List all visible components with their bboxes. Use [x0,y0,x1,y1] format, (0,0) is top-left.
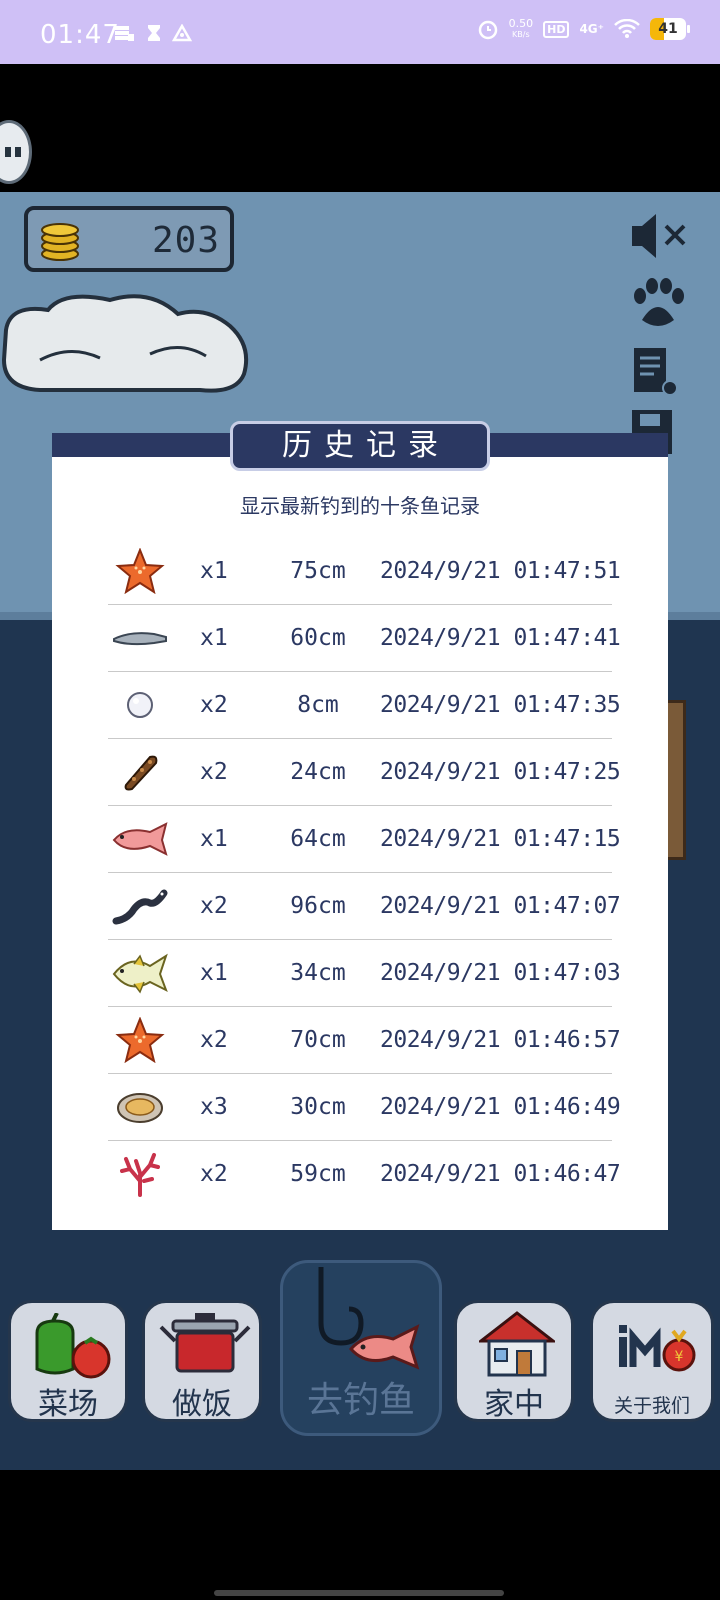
sea-cucumber-icon [124,755,158,791]
record-count: x2 [200,759,228,785]
vpn-icon [172,24,192,42]
record-row: x2 96cm 2024/9/21 01:47:07 [108,873,621,940]
record-time: 2024/9/21 01:46:57 [380,1027,621,1053]
record-row: x1 64cm 2024/9/21 01:47:15 [108,806,621,873]
record-size: 59cm [290,1161,346,1187]
record-time: 2024/9/21 01:47:51 [380,558,621,584]
nav-fishing-label: 去钓鱼 [306,1380,415,1421]
record-count: x1 [200,960,228,986]
mute-icon[interactable] [628,208,688,264]
record-size: 64cm [290,826,346,852]
history-record-icon[interactable] [628,344,688,400]
record-size: 60cm [290,625,346,651]
dialog-subtitle: 显示最新钓到的十条鱼记录 [240,494,480,518]
record-row: x1 60cm 2024/9/21 01:47:41 [108,605,621,672]
record-time: 2024/9/21 01:47:03 [380,960,621,986]
cloud-icon [1,294,249,393]
record-size: 24cm [290,759,346,785]
top-letterbox [0,64,720,192]
svg-text:¥: ¥ [675,1349,684,1365]
record-row: x2 8cm 2024/9/21 01:47:35 [108,672,621,739]
record-time: 2024/9/21 01:46:49 [380,1094,621,1120]
record-count: x2 [200,893,228,919]
nav-farm-label: 菜场 [38,1387,98,1422]
hd-badge: HD [543,20,570,38]
record-time: 2024/9/21 01:47:15 [380,826,621,852]
starfish-icon [115,548,165,594]
record-size: 96cm [290,893,346,919]
about-logo-icon: ¥ [619,1325,696,1372]
hourglass-icon [148,25,160,41]
record-list: x1 75cm 2024/9/21 01:47:51 x1 60cm 2024/… [108,538,621,1208]
record-row: x2 59cm 2024/9/21 01:46:47 [108,1141,621,1208]
nav-home-label: 家中 [484,1387,544,1422]
record-count: x2 [200,692,228,718]
record-time: 2024/9/21 01:46:47 [380,1161,621,1187]
starfish-icon [115,1017,165,1063]
record-time: 2024/9/21 01:47:35 [380,692,621,718]
coin-value: 203 [151,220,220,261]
record-size: 8cm [297,692,339,718]
record-size: 70cm [290,1027,346,1053]
pompano-icon [112,953,168,994]
signal-label: 4G⁺ [579,22,604,36]
nav-about-button[interactable]: ¥ 关于我们 [590,1300,714,1422]
record-time: 2024/9/21 01:47:25 [380,759,621,785]
pot-icon [159,1313,251,1373]
record-row: x1 34cm 2024/9/21 01:47:03 [108,940,621,1007]
wifi-icon [614,19,640,38]
record-count: x1 [200,826,228,852]
record-size: 34cm [290,960,346,986]
record-count: x2 [200,1027,228,1053]
nav-farm-button[interactable]: 菜场 [8,1300,128,1422]
coins-icon [41,223,79,261]
coral-icon [120,1153,160,1197]
record-row: x3 30cm 2024/9/21 01:46:49 [108,1074,621,1141]
record-row: x2 70cm 2024/9/21 01:46:57 [108,1007,621,1074]
vegetables-icon [35,1313,111,1379]
record-time: 2024/9/21 01:47:41 [380,625,621,651]
record-count: x1 [200,625,228,651]
status-time: 01:47 [40,20,120,50]
dialog-title: 历史记录 [282,428,450,463]
nav-fishing-button[interactable]: 去钓鱼 [280,1260,442,1436]
record-time: 2024/9/21 01:47:07 [380,893,621,919]
home-indicator[interactable] [214,1590,504,1596]
record-size: 30cm [290,1094,346,1120]
record-count: x3 [200,1094,228,1120]
paw-icon[interactable] [628,276,688,332]
record-row: x2 24cm 2024/9/21 01:47:25 [108,739,621,806]
black-eel-icon [112,889,168,925]
nav-home-button[interactable]: 家中 [454,1300,574,1422]
record-row: x1 75cm 2024/9/21 01:47:51 [108,538,621,605]
house-icon [479,1311,555,1377]
record-count: x2 [200,1161,228,1187]
coin-counter: 203 [24,206,234,272]
net-speed: 0.50 [508,17,534,30]
storage-icon [115,26,134,41]
nav-about-label: 关于我们 [613,1395,690,1417]
abalone-icon [117,1093,163,1123]
red-snapper-icon [112,822,168,856]
nav-cook-label: 做饭 [172,1387,232,1422]
eel-icon [113,632,167,646]
battery-indicator: 41 [650,18,690,40]
alarm-icon [478,20,497,40]
net-speed-unit: KB/s [512,30,530,39]
record-size: 75cm [290,558,346,584]
nav-cook-button[interactable]: 做饭 [142,1300,262,1422]
pearl-icon [127,692,153,718]
bottom-letterbox [0,1470,720,1600]
record-count: x1 [200,558,228,584]
status-bar: 01:47 0.50 KB/s HD 4G⁺ 41 [0,0,720,64]
